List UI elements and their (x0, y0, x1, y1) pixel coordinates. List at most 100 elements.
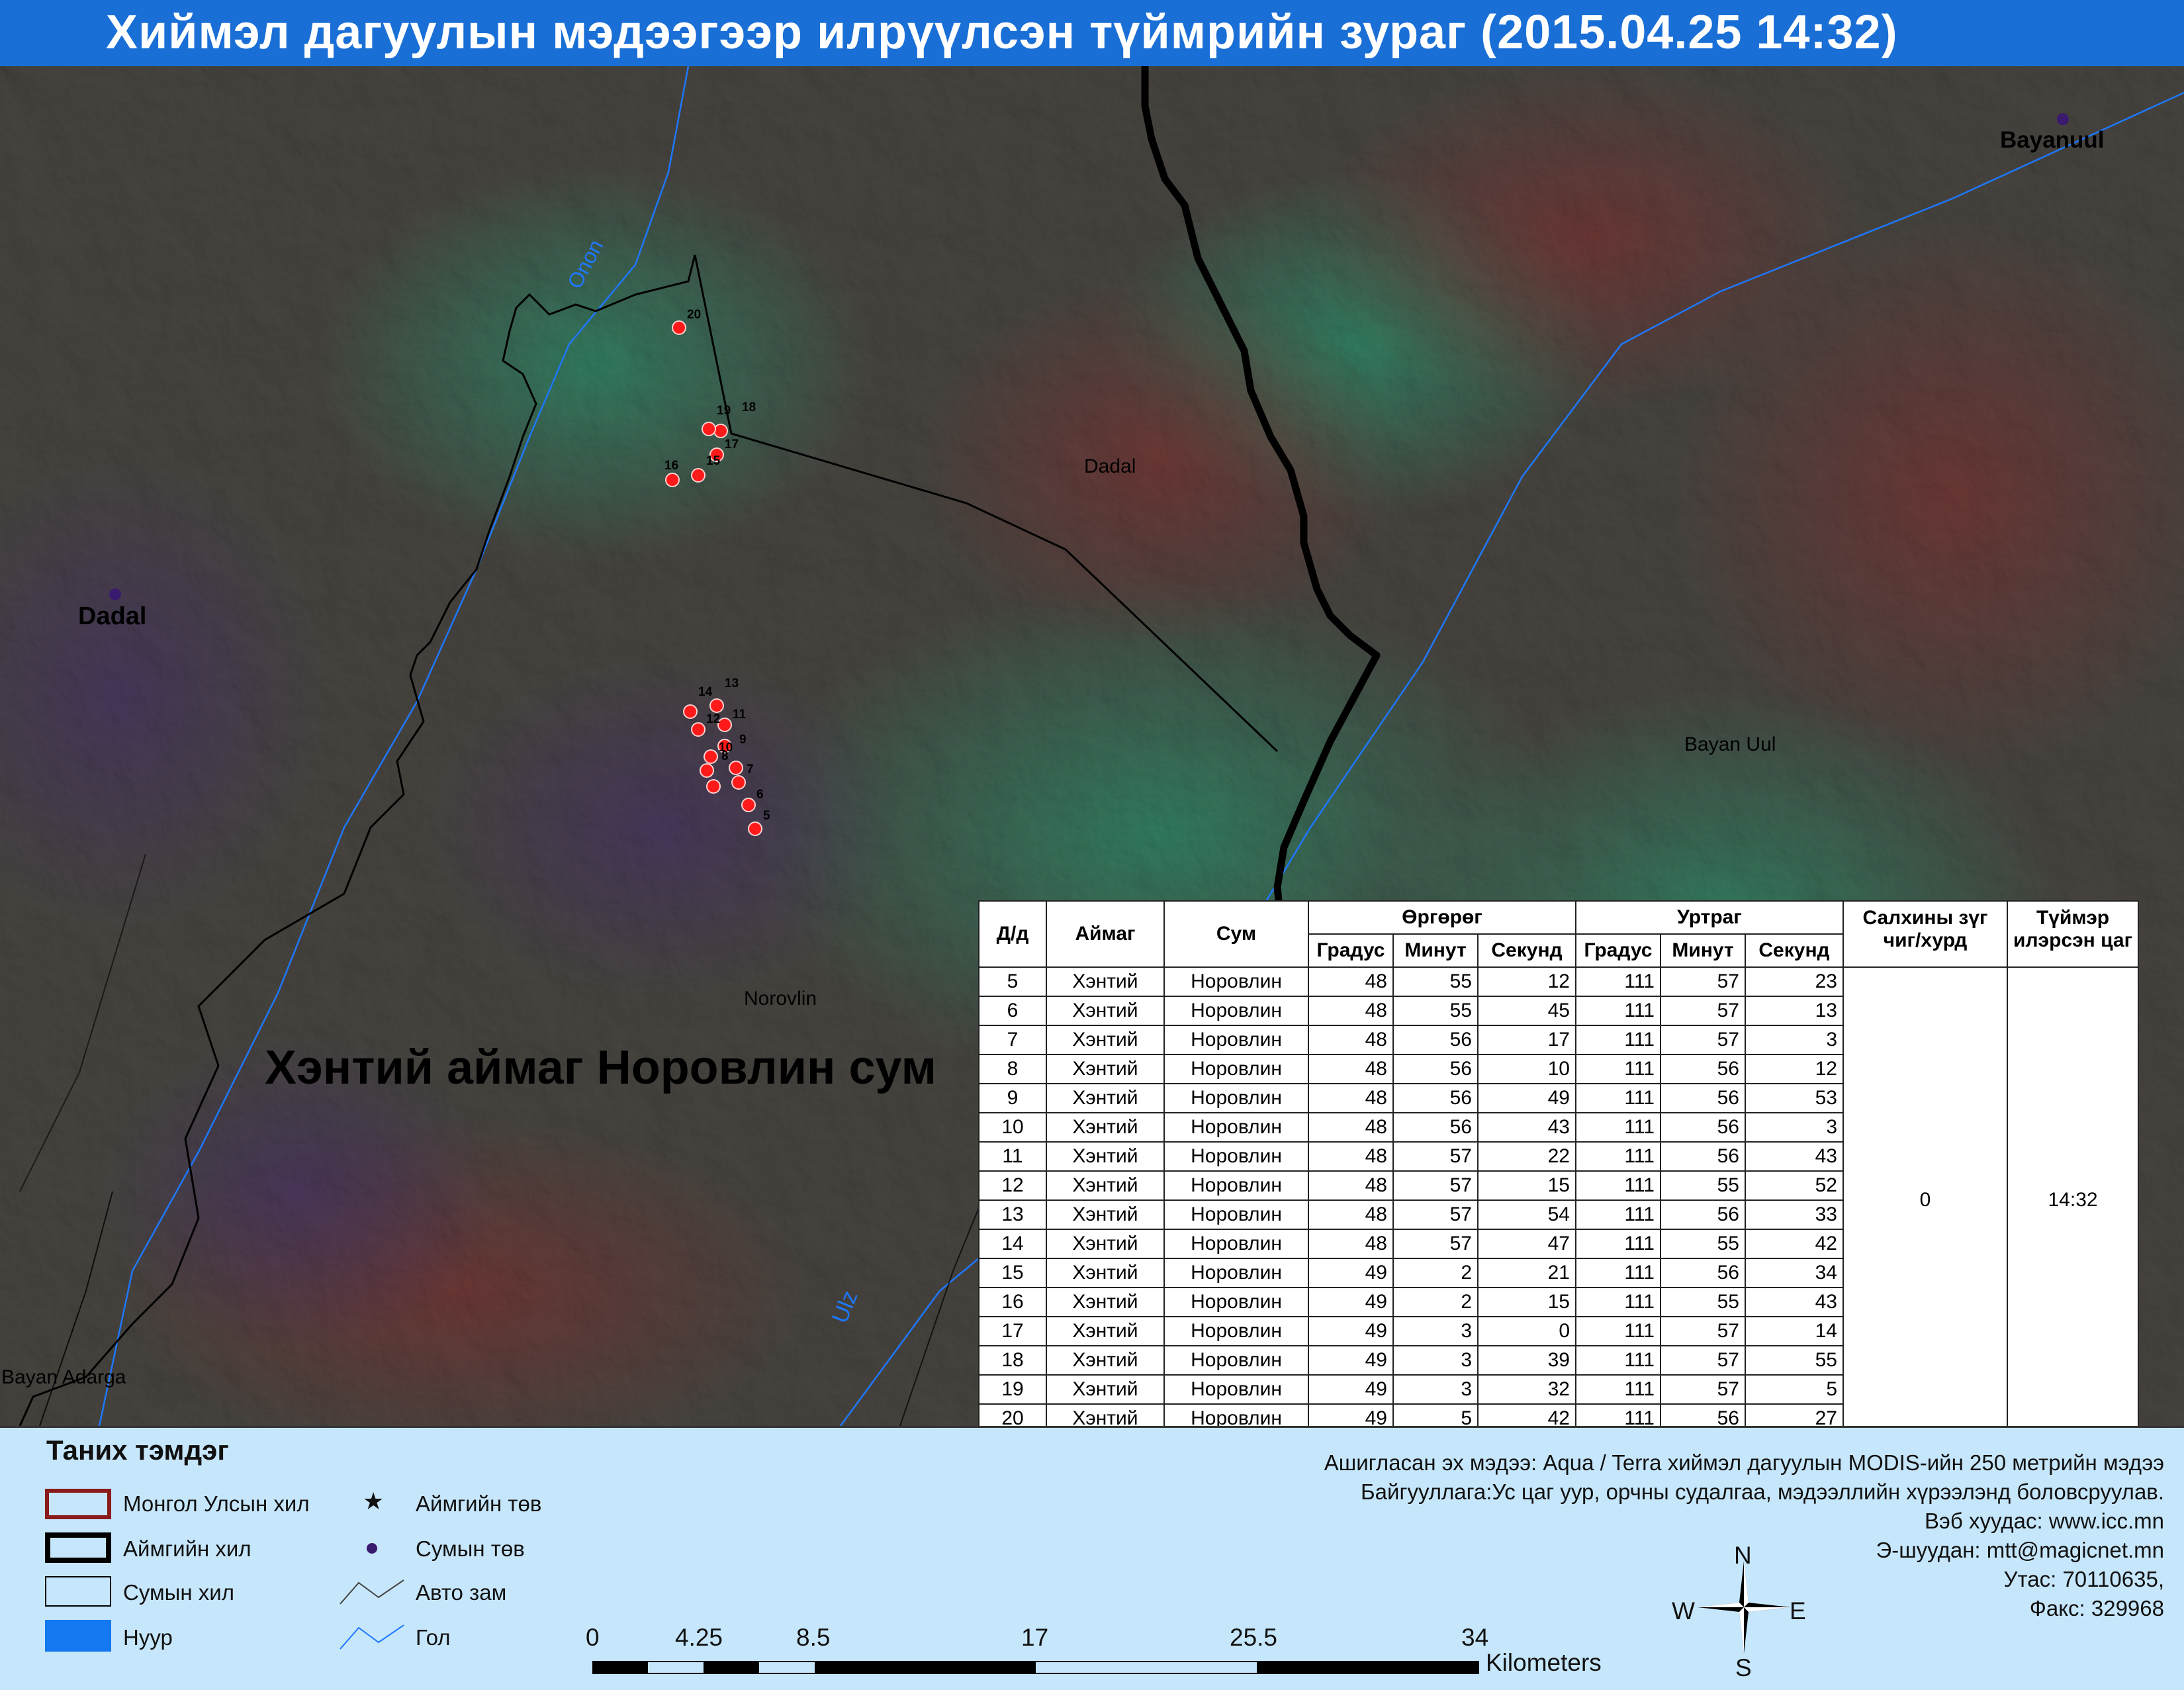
cell-id: 6 (978, 996, 1047, 1026)
cell-lon-min: 56 (1660, 1258, 1746, 1288)
col-header-lon-min: Минут (1660, 933, 1746, 968)
info-organization: Байгууллага:Ус цаг уур, орчны судалгаа, … (1361, 1479, 2164, 1504)
legend-label-soum-border: Сумын хил (123, 1580, 234, 1605)
scale-tick-5: 34 (1461, 1624, 1489, 1651)
cell-sum: Норовлин (1163, 1258, 1309, 1288)
legend-label-road: Авто зам (416, 1580, 507, 1605)
hotspot-label-6: 6 (756, 788, 764, 802)
cell-sum: Норовлин (1163, 1287, 1309, 1317)
col-header-longitude: Уртраг (1575, 900, 1844, 935)
cell-lat-min: 55 (1392, 996, 1479, 1026)
col-header-wind-line1: Салхины зүг (1862, 907, 1988, 929)
cell-lat-min: 2 (1392, 1258, 1479, 1288)
cell-lon-min: 55 (1660, 1229, 1746, 1259)
cell-lon-min: 57 (1660, 1374, 1746, 1405)
hotspot-label-18: 18 (742, 400, 756, 414)
compass-e: E (1790, 1597, 1806, 1624)
cell-id: 13 (978, 1199, 1047, 1230)
cell-aimag: Хэнтий (1046, 966, 1165, 997)
legend-title: Таних тэмдэг (46, 1434, 229, 1466)
cell-lon-deg: 111 (1575, 1025, 1661, 1055)
cell-aimag: Хэнтий (1046, 1025, 1165, 1055)
scale-unit: Kilometers (1486, 1649, 1602, 1676)
cell-lon-deg: 111 (1575, 996, 1661, 1026)
compass-n: N (1734, 1542, 1752, 1569)
fire-hotspot-18 (713, 424, 728, 438)
scale-tick-1: 4.25 (675, 1624, 723, 1651)
cell-lon-deg: 111 (1575, 1112, 1661, 1143)
cell-lon-deg: 111 (1575, 1141, 1661, 1172)
soum-center-bayanuul (2057, 113, 2069, 125)
cell-id: 16 (978, 1287, 1047, 1317)
cell-lat-min: 55 (1392, 966, 1479, 997)
cell-lat-min: 3 (1392, 1345, 1479, 1376)
cell-lon-sec: 42 (1745, 1229, 1844, 1259)
cell-lon-deg: 111 (1575, 1345, 1661, 1376)
cell-sum: Норовлин (1163, 1141, 1309, 1172)
purple-dot-icon (367, 1543, 377, 1554)
fire-hotspot-19 (702, 422, 716, 436)
scale-tick-4: 25.5 (1230, 1624, 1278, 1651)
col-header-lat-deg: Градус (1308, 933, 1394, 968)
cell-lon-min: 56 (1660, 1199, 1746, 1230)
cell-sum: Норовлин (1163, 966, 1309, 997)
fire-hotspot-13 (709, 698, 724, 713)
cell-lon-min: 56 (1660, 1054, 1746, 1084)
cell-lon-deg: 111 (1575, 1316, 1661, 1346)
cell-id: 9 (978, 1083, 1047, 1113)
scale-tick-2: 8.5 (796, 1624, 831, 1651)
title-bar: Хиймэл дагуулын мэдээгээр илрүүлсэн түйм… (0, 0, 2184, 66)
fire-hotspot-8 (700, 763, 714, 778)
place-label-bayan-uul: Bayan Uul (1684, 733, 1776, 755)
fire-hotspot-20 (672, 320, 686, 335)
cell-lat-min: 56 (1392, 1112, 1479, 1143)
cell-lon-sec: 55 (1745, 1345, 1844, 1376)
cell-lon-min: 56 (1660, 1083, 1746, 1113)
cell-time-value: 14:32 (2006, 966, 2140, 1434)
cell-id: 5 (978, 966, 1047, 997)
cell-lat-sec: 17 (1477, 1025, 1576, 1055)
cell-lat-min: 57 (1392, 1199, 1479, 1230)
fire-hotspot-6 (741, 798, 756, 812)
cell-lon-deg: 111 (1575, 1229, 1661, 1259)
cell-lon-sec: 52 (1745, 1170, 1844, 1201)
cell-lat-deg: 48 (1308, 1083, 1394, 1113)
cell-lon-min: 57 (1660, 1345, 1746, 1376)
info-source: Ашигласан эх мэдээ: Aqua / Terra хиймэл … (1324, 1450, 2164, 1475)
cell-aimag: Хэнтий (1046, 1258, 1165, 1288)
table-row: 5 Хэнтий Норовлин 48 55 12 111 57 23 0 14:32 (978, 966, 2140, 1434)
fire-hotspot (706, 779, 721, 794)
cell-sum: Норовлин (1163, 1345, 1309, 1376)
legend-symbol-aimag-border (45, 1532, 111, 1563)
cell-sum: Норовлин (1163, 1112, 1309, 1143)
cell-aimag: Хэнтий (1046, 1316, 1165, 1346)
legend-label-lake: Нуур (123, 1625, 173, 1650)
cell-lon-min: 57 (1660, 1025, 1746, 1055)
soum-center-dadal (109, 588, 121, 600)
cell-id: 11 (978, 1141, 1047, 1172)
cell-lon-min: 56 (1660, 1112, 1746, 1143)
hotspot-label-11: 11 (733, 708, 747, 722)
cell-lat-sec: 47 (1477, 1229, 1576, 1259)
cell-sum: Норовлин (1163, 996, 1309, 1026)
cell-lat-deg: 48 (1308, 996, 1394, 1026)
cell-lat-sec: 21 (1477, 1258, 1576, 1288)
cell-lat-sec: 10 (1477, 1054, 1576, 1084)
cell-lat-sec: 43 (1477, 1112, 1576, 1143)
info-email: Э-шуудан: mtt@magicnet.mn (1876, 1538, 2165, 1562)
compass-w: W (1672, 1597, 1695, 1624)
col-header-time: Түймэр илэрсэн цаг (2006, 900, 2140, 968)
cell-lon-sec: 43 (1745, 1287, 1844, 1317)
cell-lat-deg: 49 (1308, 1258, 1394, 1288)
cell-sum: Норовлин (1163, 1054, 1309, 1084)
cell-id: 15 (978, 1258, 1047, 1288)
star-icon: ★ (363, 1487, 385, 1515)
cell-lon-sec: 13 (1745, 996, 1844, 1026)
cell-lat-sec: 45 (1477, 996, 1576, 1026)
cell-lon-min: 57 (1660, 996, 1746, 1026)
cell-aimag: Хэнтий (1046, 1141, 1165, 1172)
hotspot-label-16: 16 (664, 459, 679, 473)
cell-sum: Норовлин (1163, 1025, 1309, 1055)
cell-lon-min: 56 (1660, 1141, 1746, 1172)
cell-sum: Норовлин (1163, 1170, 1309, 1201)
